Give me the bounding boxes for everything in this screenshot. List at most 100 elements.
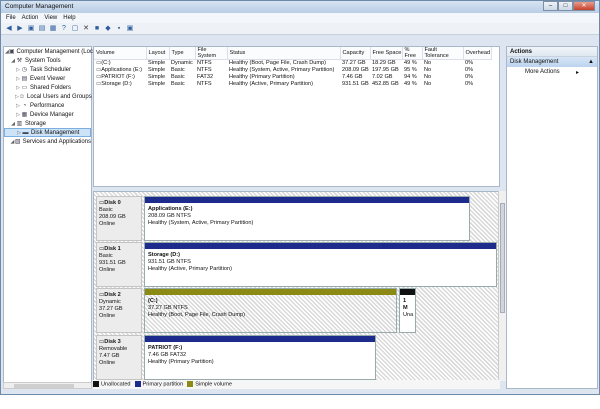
tree-item[interactable]: ▷ ▤ Event Viewer: [4, 74, 91, 83]
cell-value: Dynamic: [171, 60, 193, 67]
forward-arrow-icon[interactable]: ▶: [15, 24, 25, 33]
partition-details: (C:) 37.27 GB NTFS Healthy (Boot, Page Fil…: [145, 295, 396, 322]
tree-item[interactable]: ◢ ▧ Services and Applications: [4, 137, 91, 146]
column-header[interactable]: Type: [169, 47, 196, 60]
properties-icon[interactable]: ▦: [48, 24, 58, 33]
export-icon[interactable]: ■: [92, 24, 102, 33]
cell-value: 49 %: [404, 60, 417, 67]
cell-value: Healthy (Boot, Page File, Crash Dump): [229, 60, 326, 67]
table-row[interactable]: ▭Applications (E:) Simple Basic NTFS Healthy…: [94, 67, 491, 74]
legend-label: Simple volume: [195, 381, 232, 388]
tree-item[interactable]: ▷ ▦ Device Manager: [4, 110, 91, 119]
scroll-thumb[interactable]: [14, 384, 74, 388]
back-arrow-icon[interactable]: ◀: [4, 24, 14, 33]
legend-swatch: [93, 381, 99, 388]
partition-name: Storage (D:): [148, 252, 181, 258]
up-folder-icon[interactable]: ▣: [26, 24, 36, 33]
disk-info[interactable]: ▭Disk 0 Basic 208.09 GB Online: [96, 196, 142, 241]
settings-icon[interactable]: ▣: [125, 24, 135, 33]
tree-item[interactable]: ▷ ◷ Task Scheduler: [4, 65, 91, 74]
partition-block[interactable]: 1 M Una: [399, 288, 416, 333]
table-cell: Simple: [146, 60, 169, 67]
chevron-right-icon: ▸: [575, 70, 579, 76]
table-cell: 0%: [463, 60, 491, 67]
table-cell: 197.95 GB: [370, 67, 402, 74]
column-header[interactable]: Fault Tolerance: [422, 47, 464, 60]
table-cell: 95 %: [402, 67, 422, 74]
maximize-button[interactable]: □: [558, 1, 573, 11]
collapse-up-icon[interactable]: ▲: [588, 59, 594, 65]
graphical-disk-view: ▭Disk 0 Basic 208.09 GB Online Applications …: [93, 191, 500, 381]
column-header[interactable]: % Free: [402, 47, 423, 60]
cell-value: NTFS: [197, 67, 212, 73]
disk-name-label: Disk 3: [104, 339, 121, 345]
column-header[interactable]: Volume: [94, 47, 147, 60]
new-icon[interactable]: ▪: [114, 24, 124, 33]
column-header[interactable]: Layout: [146, 47, 170, 60]
column-header[interactable]: Overhead: [463, 47, 492, 60]
close-button[interactable]: ✕: [573, 1, 595, 11]
tree-item[interactable]: ◢ ⚒ System Tools: [4, 56, 91, 65]
help-icon[interactable]: ?: [59, 24, 69, 33]
table-cell: NTFS: [195, 67, 227, 74]
delete-icon[interactable]: ✕: [81, 24, 91, 33]
console-tree-icon[interactable]: ▤: [37, 24, 47, 33]
tree-item[interactable]: ◢ ▣ Computer Management (Local: [4, 47, 98, 56]
cell-value: 208.09 GB: [342, 67, 369, 73]
title-bar[interactable]: Computer Management – □ ✕: [1, 1, 599, 13]
cell-value: Healthy (System, Active, Primary Partiti…: [229, 67, 335, 73]
disk-view-vertical-scrollbar[interactable]: [498, 191, 506, 381]
table-row[interactable]: ▭PATRIOT (F:) Simple Basic FAT32 Healthy (Pr…: [94, 74, 491, 81]
partition-detail: 7.46 GB FAT32: [148, 352, 187, 358]
disk-info[interactable]: ▭Disk 3 Removable 7.47 GB Online: [96, 335, 142, 380]
more-actions-item[interactable]: More Actions ▸: [507, 67, 597, 77]
folder-icon: ▭: [21, 85, 28, 91]
tree-item[interactable]: ▷ ▬ Disk Management: [4, 128, 91, 137]
disk-info[interactable]: ▭Disk 2 Dynamic 37.27 GB Online: [96, 288, 142, 333]
tree-item[interactable]: ◢ ▥ Storage: [4, 119, 91, 128]
refresh-icon[interactable]: ▢: [70, 24, 80, 33]
partition-block[interactable]: Storage (D:) 931.51 GB NTFS Healthy (Activ…: [144, 242, 497, 287]
column-header[interactable]: Capacity: [340, 47, 371, 60]
volume-list: Volume Layout Type File System Status Capacit…: [93, 46, 500, 187]
menu-help[interactable]: Help: [61, 13, 79, 23]
disk-info[interactable]: ▭Disk 1 Basic 931.51 GB Online: [96, 242, 142, 287]
tree-item[interactable]: ▷ ◔ Performance: [4, 101, 91, 110]
column-header[interactable]: Free Space: [370, 47, 403, 60]
disk-name: ▭Disk 2: [99, 292, 139, 299]
menu-view[interactable]: View: [42, 13, 61, 23]
cell-value: No: [424, 74, 432, 80]
table-cell: Dynamic: [169, 60, 195, 67]
scroll-thumb[interactable]: [500, 203, 505, 313]
tree-horizontal-scrollbar[interactable]: [3, 382, 92, 389]
cell-value: (C:): [101, 60, 111, 67]
table-cell: NTFS: [195, 81, 227, 88]
cell-value: Simple: [148, 67, 166, 73]
table-cell: Simple: [146, 81, 169, 88]
tree-item[interactable]: ▷ ☺ Local Users and Groups: [4, 92, 92, 101]
wizard-icon[interactable]: ◆: [103, 24, 113, 33]
section-label: Disk Management: [510, 59, 559, 65]
toolbar: ◀ ▶ ▣ ▤ ▦ ? ▢ ✕ ■ ◆ ▪ ▣: [1, 23, 599, 35]
partition-block[interactable]: PATRIOT (F:) 7.46 GB FAT32 Healthy (Primar…: [144, 335, 376, 380]
tree-item-label: Services and Applications: [22, 138, 91, 145]
partition-detail: Una: [403, 312, 414, 318]
partition-block[interactable]: (C:) 37.27 GB NTFS Healthy (Boot, Page Fil…: [144, 288, 397, 333]
menu-file[interactable]: File: [4, 13, 20, 23]
cell-value: Applications (E:): [101, 67, 143, 73]
table-cell: ▭Storage (D:): [94, 81, 146, 88]
cell-value: 49 %: [404, 81, 417, 87]
event-viewer-icon: ▤: [21, 76, 28, 82]
partition-block[interactable]: Applications (E:) 208.09 GB NTFS Healthy (…: [144, 196, 470, 241]
tree-item[interactable]: ▷ ▭ Shared Folders: [4, 83, 91, 92]
partition-details: 1 M Una: [400, 295, 415, 322]
table-row[interactable]: ▭Storage (D:) Simple Basic NTFS Healthy (Act…: [94, 81, 491, 88]
table-cell: 7.02 GB: [370, 74, 402, 81]
tree-item-label: Event Viewer: [30, 75, 66, 82]
table-row[interactable]: ▭(C:) Simple Dynamic NTFS Healthy (Boot, Pag…: [94, 60, 491, 67]
minimize-button[interactable]: –: [543, 1, 558, 11]
menu-action[interactable]: Action: [20, 13, 43, 23]
column-header[interactable]: Status: [227, 47, 341, 60]
column-header[interactable]: File System: [195, 47, 228, 60]
actions-section-disk-management[interactable]: Disk Management ▲: [507, 57, 597, 67]
